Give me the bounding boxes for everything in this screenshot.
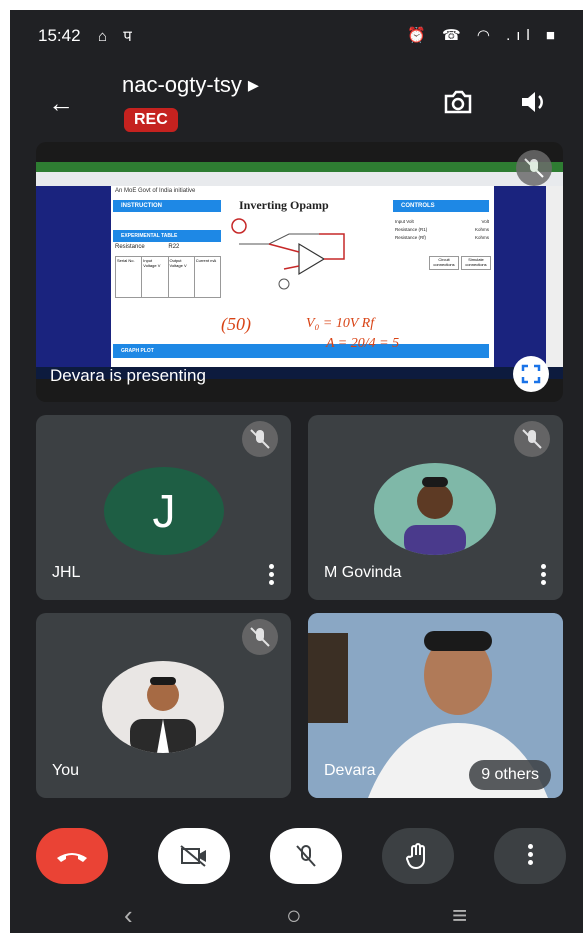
- back-arrow-icon[interactable]: ←: [48, 88, 74, 119]
- experimental-table-label: EXPERIMENTAL TABLE: [121, 233, 178, 239]
- meeting-code[interactable]: nac-ogty-tsy ▸: [122, 72, 259, 98]
- experimental-table-panel: EXPERIMENTAL TABLE: [113, 230, 221, 242]
- browser-url-bar: [36, 172, 563, 186]
- control-row: Resistance (R1) Kohms: [395, 226, 489, 234]
- speaker-icon[interactable]: [514, 84, 550, 120]
- participant-tile[interactable]: M Govinda: [308, 415, 563, 600]
- control-unit: Volt: [481, 219, 489, 224]
- participant-tile[interactable]: You: [36, 613, 291, 798]
- resistance-row: Resistance R22: [115, 244, 179, 250]
- presentation-tile[interactable]: An MoE Govt of India initiative INSTRUCT…: [36, 142, 563, 402]
- android-nav-bar: ‹ ○ ≡: [10, 898, 583, 933]
- others-count-badge[interactable]: 9 others: [469, 760, 551, 790]
- slide-title: Inverting Opamp: [239, 198, 329, 212]
- hang-up-icon: [57, 853, 87, 862]
- nav-home-icon[interactable]: ○: [286, 900, 302, 931]
- handwriting-annotation: A = 20/4 = 5: [326, 336, 400, 351]
- participant-name: JHL: [52, 564, 81, 581]
- mic-button[interactable]: [270, 828, 342, 884]
- control-label: Input Volt: [395, 219, 414, 224]
- more-vert-icon[interactable]: [269, 564, 275, 586]
- shared-screen: An MoE Govt of India initiative INSTRUCT…: [36, 162, 563, 367]
- control-row: Resistance (Rf) Kohms: [395, 234, 489, 242]
- status-notification-icons: ⌂ प: [98, 28, 138, 45]
- controls-panel: CONTROLS: [393, 200, 489, 212]
- simulate-button: Simulate connections: [461, 256, 491, 270]
- status-system-icons: ⏰ ☎ ◠ .ıl ■: [407, 27, 561, 44]
- instruction-label: INSTRUCTION: [121, 203, 162, 209]
- resistance-value: R22: [168, 244, 180, 250]
- end-call-button[interactable]: [36, 828, 108, 884]
- screen-left-margin: [36, 186, 111, 367]
- participant-tile[interactable]: Devara 9 others: [308, 613, 563, 798]
- call-controls: [10, 818, 583, 898]
- screen-right-margin: [494, 186, 546, 367]
- nav-back-icon[interactable]: ‹: [124, 900, 133, 931]
- handwriting-annotation: (50): [221, 314, 251, 334]
- table-header-cell: Serial No.: [116, 257, 143, 297]
- browser-tabs: [36, 162, 563, 172]
- raise-hand-button[interactable]: [382, 828, 454, 884]
- graph-plot-label: GRAPH PLOT: [121, 348, 154, 354]
- avatar: [102, 661, 224, 753]
- control-label: Resistance (R1): [395, 227, 428, 232]
- fullscreen-icon[interactable]: [513, 356, 549, 392]
- nav-recents-icon[interactable]: ≡: [452, 900, 467, 931]
- table-header-cell: Output Voltage V: [169, 257, 195, 297]
- more-options-button[interactable]: [494, 828, 566, 884]
- camera-off-button[interactable]: [158, 828, 230, 884]
- opamp-circuit-diagram: [231, 218, 345, 290]
- control-label: Resistance (Rf): [395, 235, 427, 240]
- video-off-icon: [180, 845, 206, 867]
- more-vert-icon[interactable]: [541, 564, 547, 586]
- participant-name: Devara: [324, 762, 376, 779]
- presenter-label: Devara is presenting: [50, 366, 206, 385]
- resistance-label: Resistance: [115, 244, 145, 250]
- control-unit: Kohms: [474, 227, 489, 232]
- handwriting-annotation: V₀ = 10V Rf: [306, 316, 375, 331]
- table-header-cell: Input Voltage V: [142, 257, 169, 297]
- status-bar: 15:42 ⌂ प ⏰ ☎ ◠ .ıl ■: [10, 10, 583, 62]
- control-sliders: Input Volt Volt Resistance (R1) Kohms Re…: [395, 218, 489, 242]
- graph-plot-panel: GRAPH PLOT: [113, 344, 489, 358]
- mic-off-icon: [296, 845, 316, 867]
- participant-tile[interactable]: J JHL: [36, 415, 291, 600]
- participant-name: You: [52, 762, 79, 779]
- hand-icon: [406, 843, 425, 870]
- more-vert-icon: [527, 844, 533, 868]
- mic-off-icon: [242, 619, 278, 655]
- controls-label: CONTROLS: [401, 203, 435, 209]
- status-time: 15:42: [38, 26, 81, 45]
- site-caption: An MoE Govt of India initiative: [115, 188, 196, 194]
- mic-off-icon: [514, 421, 550, 457]
- meet-screen: 15:42 ⌂ प ⏰ ☎ ◠ .ıl ■ ← nac-ogty-tsy ▸ R…: [10, 10, 583, 933]
- experimental-table: Serial No. Input Voltage V Output Voltag…: [115, 256, 221, 298]
- instruction-panel: INSTRUCTION: [113, 200, 221, 212]
- control-unit: Kohms: [474, 235, 489, 240]
- control-row: Input Volt Volt: [395, 218, 489, 226]
- avatar: [374, 463, 496, 555]
- virtual-lab-page: An MoE Govt of India initiative INSTRUCT…: [111, 186, 494, 367]
- table-header-cell: Current mA: [195, 258, 217, 263]
- recording-badge: REC: [124, 108, 178, 132]
- circuit-connections-button: Circuit connections: [429, 256, 459, 270]
- pen-palette: [546, 186, 563, 367]
- mic-off-icon: [242, 421, 278, 457]
- participant-name: M Govinda: [324, 564, 402, 581]
- avatar: J: [104, 467, 224, 555]
- mic-off-icon: [516, 150, 552, 186]
- meeting-header: ← nac-ogty-tsy ▸ REC: [10, 62, 583, 142]
- switch-camera-icon[interactable]: [440, 84, 476, 120]
